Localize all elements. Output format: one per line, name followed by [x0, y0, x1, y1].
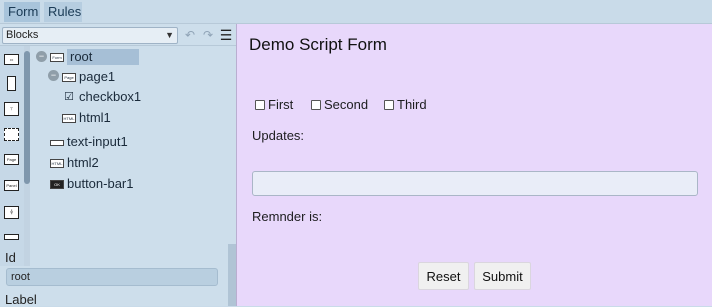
- form-icon: Form: [50, 53, 64, 63]
- properties-scrollbar[interactable]: [228, 244, 236, 306]
- checkbox-icon: ☑: [64, 91, 74, 104]
- checkbox-second[interactable]: Second: [311, 97, 368, 113]
- checkbox-third[interactable]: Third: [384, 97, 427, 113]
- id-field[interactable]: root: [6, 268, 218, 286]
- checkbox-third-box[interactable]: [384, 100, 394, 110]
- page-icon: Page: [62, 73, 76, 83]
- hamburger-menu-icon[interactable]: ☰: [218, 27, 234, 43]
- tree-node-html2-label: html2: [67, 155, 99, 170]
- redo-icon[interactable]: ↷: [200, 27, 216, 43]
- tab-rules[interactable]: Rules: [44, 2, 82, 22]
- block-tree: − Form root − Page page1 ☑ checkbox1 HTML ht…: [30, 46, 236, 266]
- collapse-page1-icon[interactable]: −: [48, 70, 59, 81]
- container-block-icon[interactable]: [4, 128, 19, 141]
- tree-node-button-bar1-label: button-bar1: [67, 176, 134, 191]
- divider-block-icon[interactable]: [4, 234, 19, 240]
- top-tab-bar: Form Rules: [0, 0, 712, 24]
- checkbox-third-label: Third: [397, 97, 427, 112]
- tree-node-checkbox1-label: checkbox1: [79, 89, 142, 104]
- block-palette: ▭ ┬ Page Panel ╬: [0, 46, 24, 266]
- updates-label: Updates:: [252, 128, 305, 143]
- tree-node-button-bar1[interactable]: OK button-bar1: [50, 176, 134, 192]
- tree-node-text-input1[interactable]: text-input1: [50, 134, 128, 150]
- chevron-down-icon: ▼: [165, 30, 174, 40]
- id-label: Id: [5, 250, 16, 265]
- tree-node-html1[interactable]: HTML html1: [62, 110, 111, 126]
- checkbox-second-box[interactable]: [311, 100, 321, 110]
- columns-block-icon[interactable]: ┬: [4, 102, 19, 116]
- tab-form[interactable]: Form: [4, 2, 40, 22]
- html-icon: HTML: [50, 159, 64, 169]
- tree-node-checkbox1[interactable]: ☑ checkbox1: [62, 89, 141, 105]
- text-input-field[interactable]: [252, 171, 698, 196]
- tree-node-html1-label: html1: [79, 110, 111, 125]
- button-bar-icon: OK: [50, 180, 64, 190]
- tree-node-root-label: root: [67, 49, 139, 65]
- checkbox-first[interactable]: First: [255, 97, 293, 113]
- tree-node-page1-label: page1: [79, 69, 116, 84]
- block-type-select[interactable]: Blocks ▼: [2, 27, 178, 44]
- reminder-label: Remnder is:: [252, 209, 323, 224]
- form-preview: Demo Script Form First Second Third Upda…: [236, 24, 712, 306]
- label-label: Label: [5, 292, 37, 307]
- tree-node-text-input1-label: text-input1: [67, 134, 128, 149]
- tree-node-root[interactable]: Form root: [50, 49, 139, 65]
- mobile-block-icon[interactable]: [7, 76, 16, 91]
- checkbox-second-label: Second: [324, 97, 369, 112]
- checkbox-first-label: First: [268, 97, 294, 112]
- tree-node-html2[interactable]: HTML html2: [50, 155, 99, 171]
- tree-node-page1[interactable]: Page page1: [62, 69, 115, 85]
- html-icon: HTML: [62, 114, 76, 124]
- editor-pane: Blocks ▼ ↶ ↷ ☰ ▭ ┬ Page Panel ╬ − Form ro…: [0, 24, 236, 307]
- block-type-select-value: Blocks: [6, 29, 39, 41]
- undo-icon[interactable]: ↶: [182, 27, 198, 43]
- input-block-icon[interactable]: ▭: [4, 54, 19, 65]
- reset-button[interactable]: Reset: [418, 262, 469, 290]
- form-title: Demo Script Form: [249, 35, 387, 54]
- text-input-icon: [50, 139, 64, 146]
- collapse-root-icon[interactable]: −: [36, 51, 47, 62]
- grid-block-icon[interactable]: ╬: [4, 206, 19, 219]
- editor-toolbar: Blocks ▼ ↶ ↷ ☰: [0, 24, 236, 46]
- submit-button[interactable]: Submit: [474, 262, 531, 290]
- checkbox-first-box[interactable]: [255, 100, 265, 110]
- properties-panel: Id root Label: [0, 244, 236, 307]
- panel-block-icon[interactable]: Panel: [4, 180, 19, 191]
- page-block-icon[interactable]: Page: [4, 154, 19, 165]
